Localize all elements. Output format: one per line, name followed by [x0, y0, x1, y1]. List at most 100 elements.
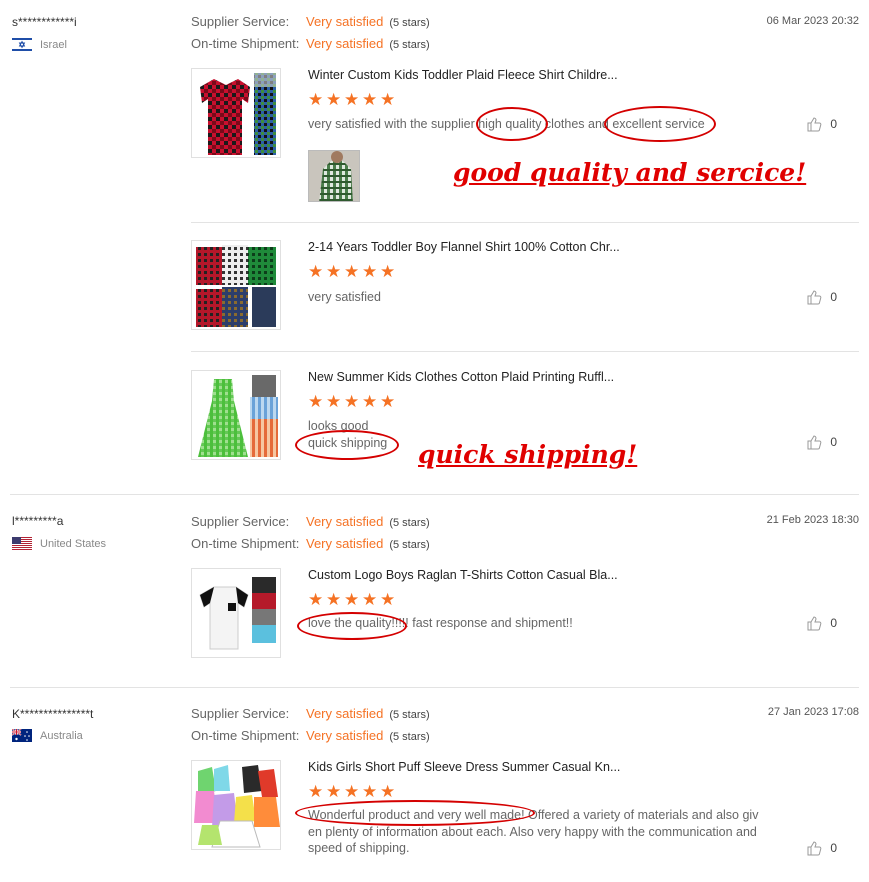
product-thumbnail[interactable] [191, 68, 281, 158]
star-icon: ★ [362, 782, 378, 801]
product-thumbnail[interactable] [191, 760, 281, 850]
star-icon: ★ [362, 90, 378, 109]
annotation-circle [476, 107, 548, 141]
star-icon: ★ [326, 90, 342, 109]
product-title[interactable]: 2-14 Years Toddler Boy Flannel Shirt 100… [308, 240, 620, 254]
product-title[interactable]: New Summer Kids Clothes Cotton Plaid Pri… [308, 370, 614, 384]
stars-note: (5 stars) [389, 39, 430, 51]
supplier-service-label: Supplier Service: [191, 706, 290, 721]
supplier-service-label: Supplier Service: [191, 514, 290, 529]
annotation-circle [604, 106, 716, 142]
star-icon: ★ [380, 782, 396, 801]
like-button[interactable]: 0 [806, 289, 837, 305]
review-item: 2-14 Years Toddler Boy Flannel Shirt 100… [191, 240, 859, 335]
review-item: Custom Logo Boys Raglan T-Shirts Cotton … [191, 568, 859, 663]
thumbs-up-icon [807, 616, 822, 631]
thumbs-up-icon [807, 841, 822, 856]
reviewer-name: K***************t [12, 707, 94, 721]
review-date: 21 Feb 2023 18:30 [766, 514, 859, 526]
annotation-circle [295, 430, 399, 460]
review-date: 27 Jan 2023 17:08 [767, 706, 859, 718]
australia-flag-icon [12, 729, 32, 742]
star-icon: ★ [308, 782, 324, 801]
review-comment: very satisfied [308, 290, 381, 304]
like-count: 0 [830, 616, 837, 630]
like-count: 0 [830, 290, 837, 304]
rating-text: Very satisfied [306, 36, 384, 51]
stars-note: (5 stars) [389, 731, 430, 743]
ontime-shipment-label: On-time Shipment: [191, 536, 300, 551]
country-label: Australia [40, 729, 83, 742]
stars-note: (5 stars) [389, 517, 430, 529]
rating-text: Very satisfied [306, 514, 384, 529]
like-count: 0 [830, 435, 837, 449]
star-icon: ★ [326, 392, 342, 411]
divider [10, 687, 859, 688]
ontime-shipment-rating: On-time Shipment: Very satisfied (5 stars) [191, 36, 430, 51]
star-icon: ★ [326, 590, 342, 609]
thumbs-up-icon [807, 290, 822, 305]
star-icon: ★ [362, 392, 378, 411]
product-thumbnail[interactable] [191, 240, 281, 330]
like-button[interactable]: 0 [806, 615, 837, 631]
star-icon: ★ [326, 262, 342, 281]
star-icon: ★ [380, 262, 396, 281]
comment-line: en plenty of information about each. Als… [308, 824, 757, 839]
like-count: 0 [830, 841, 837, 855]
star-icon: ★ [362, 262, 378, 281]
star-rating: ★ ★ ★ ★ ★ [308, 90, 396, 109]
ontime-shipment-rating: On-time Shipment: Very satisfied (5 stars) [191, 728, 430, 743]
star-icon: ★ [308, 590, 324, 609]
star-icon: ★ [344, 90, 360, 109]
star-icon: ★ [362, 590, 378, 609]
ontime-shipment-label: On-time Shipment: [191, 36, 300, 51]
like-button[interactable]: 0 [806, 434, 837, 450]
thumbs-up-icon [807, 435, 822, 450]
star-rating: ★ ★ ★ ★ ★ [308, 262, 396, 281]
stars-note: (5 stars) [389, 539, 430, 551]
star-icon: ★ [308, 90, 324, 109]
rating-text: Very satisfied [306, 728, 384, 743]
annotation-note: good quality and sercice! [453, 158, 807, 187]
country-label: Israel [40, 38, 67, 51]
annotation-circle [297, 612, 407, 640]
star-icon: ★ [344, 590, 360, 609]
product-thumbnail[interactable] [191, 370, 281, 460]
star-rating: ★ ★ ★ ★ ★ [308, 782, 396, 801]
like-count: 0 [830, 117, 837, 131]
ontime-shipment-label: On-time Shipment: [191, 728, 300, 743]
thumbs-up-icon [807, 117, 822, 132]
rating-text: Very satisfied [306, 706, 384, 721]
us-flag-icon [12, 537, 32, 550]
annotation-note: quick shipping! [418, 440, 638, 469]
stars-note: (5 stars) [389, 17, 430, 29]
product-title[interactable]: Kids Girls Short Puff Sleeve Dress Summe… [308, 760, 620, 774]
review-date: 06 Mar 2023 20:32 [766, 15, 859, 27]
star-icon: ★ [344, 782, 360, 801]
country-label: United States [40, 537, 107, 550]
reviewer-name: s************i [12, 15, 77, 29]
divider [191, 351, 859, 352]
reviewer-country: United States [12, 537, 106, 550]
star-icon: ★ [380, 590, 396, 609]
reviewer-country: Australia [12, 729, 83, 742]
product-title[interactable]: Custom Logo Boys Raglan T-Shirts Cotton … [308, 568, 618, 582]
product-title[interactable]: Winter Custom Kids Toddler Plaid Fleece … [308, 68, 618, 82]
product-thumbnail[interactable] [191, 568, 281, 658]
comment-line: speed of shipping. [308, 841, 410, 855]
star-icon: ★ [308, 262, 324, 281]
star-icon: ★ [344, 392, 360, 411]
israel-flag-icon [12, 38, 32, 51]
like-button[interactable]: 0 [806, 116, 837, 132]
supplier-service-label: Supplier Service: [191, 14, 290, 29]
reviewer-name: l*********a [12, 514, 64, 528]
star-icon: ★ [326, 782, 342, 801]
supplier-service-rating: Supplier Service: Very satisfied (5 stars) [191, 706, 430, 721]
supplier-service-rating: Supplier Service: Very satisfied (5 stars) [191, 514, 430, 529]
like-button[interactable]: 0 [806, 840, 837, 856]
ontime-shipment-rating: On-time Shipment: Very satisfied (5 stars) [191, 536, 430, 551]
star-icon: ★ [380, 90, 396, 109]
annotation-circle [295, 800, 535, 826]
review-photo[interactable] [308, 150, 360, 202]
star-icon: ★ [380, 392, 396, 411]
